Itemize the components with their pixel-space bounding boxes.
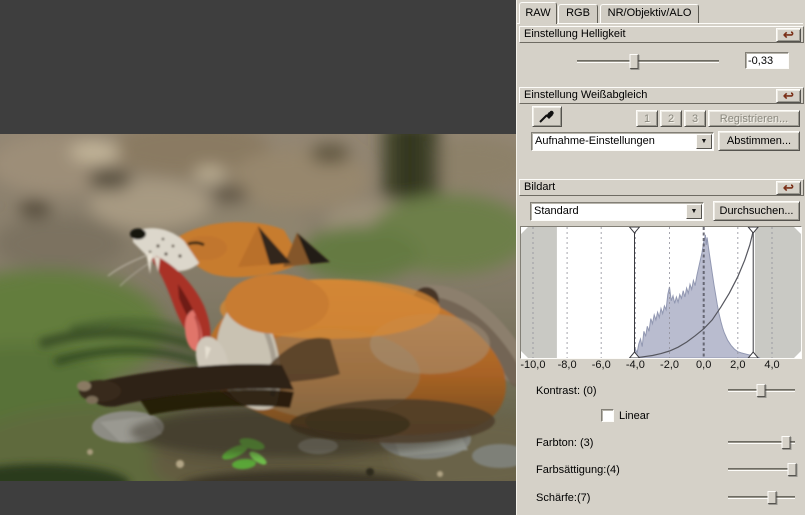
- picture-style-browse-button[interactable]: Durchsuchen...: [713, 201, 800, 221]
- histogram-tick-label: -4,0: [625, 359, 645, 371]
- white-balance-section-header: Einstellung Weißabgleich ↩: [519, 87, 804, 104]
- contrast-slider[interactable]: [728, 384, 795, 397]
- picture-style-section-header: Bildart ↩: [519, 179, 804, 196]
- sharpness-slider-thumb[interactable]: [767, 491, 777, 504]
- brightness-slider-thumb[interactable]: [629, 54, 639, 69]
- white-balance-eyedropper-button[interactable]: [532, 106, 562, 127]
- brightness-value-input[interactable]: [745, 52, 789, 69]
- histogram[interactable]: [520, 226, 802, 359]
- wb-click-point-2-button[interactable]: 2: [660, 110, 682, 127]
- picture-style-section-title: Bildart: [524, 181, 556, 193]
- color-saturation-slider-thumb[interactable]: [787, 463, 797, 476]
- chevron-down-icon: ▼: [690, 208, 698, 215]
- contrast-slider-thumb[interactable]: [756, 384, 766, 397]
- linear-checkbox-label: Linear: [619, 410, 650, 422]
- picture-style-reset-button[interactable]: ↩: [776, 181, 801, 195]
- dropdown-arrow-button[interactable]: ▼: [696, 134, 712, 149]
- brightness-slider-track: [577, 59, 719, 63]
- picture-style-dropdown[interactable]: Standard ▼: [530, 202, 704, 221]
- histogram-tick-label: 0,0: [696, 359, 712, 371]
- brightness-section-title: Einstellung Helligkeit: [524, 28, 626, 40]
- color-tone-slider[interactable]: [728, 436, 795, 449]
- sharpness-label: Schärfe:(7): [536, 492, 591, 504]
- contrast-label: Kontrast: (0): [536, 385, 597, 397]
- tab-divider: [517, 23, 803, 24]
- dropdown-arrow-button[interactable]: ▼: [686, 204, 702, 219]
- reset-icon: ↩: [783, 27, 794, 42]
- histogram-tick-label: -10,0: [520, 359, 546, 371]
- eyedropper-icon: [539, 110, 554, 123]
- histogram-svg: [521, 227, 801, 358]
- reset-icon: ↩: [783, 88, 794, 103]
- brightness-slider[interactable]: [577, 54, 719, 69]
- wb-register-button[interactable]: Registrieren...: [708, 110, 800, 127]
- linear-checkbox[interactable]: [601, 409, 614, 422]
- brightness-section-header: Einstellung Helligkeit ↩: [519, 26, 804, 43]
- tab-raw[interactable]: RAW: [519, 2, 557, 24]
- picture-style-value: Standard: [534, 205, 579, 217]
- histogram-tick-label: -2,0: [660, 359, 680, 371]
- white-balance-section-title: Einstellung Weißabgleich: [524, 89, 648, 101]
- image-preview[interactable]: [0, 134, 517, 481]
- brightness-reset-button[interactable]: ↩: [776, 28, 801, 42]
- white-balance-reset-button[interactable]: ↩: [776, 89, 801, 103]
- histogram-tick-label: -6,0: [591, 359, 611, 371]
- white-balance-preset-value: Aufnahme-Einstellungen: [535, 135, 655, 147]
- color-saturation-slider[interactable]: [728, 463, 797, 476]
- white-balance-preset-dropdown[interactable]: Aufnahme-Einstellungen ▼: [531, 132, 714, 151]
- sharpness-slider[interactable]: [728, 491, 795, 504]
- reset-icon: ↩: [783, 180, 794, 195]
- histogram-axis: -10,0 -8,0 -6,0 -4,0 -2,0 0,0 2,0 4,0: [520, 359, 802, 372]
- tool-palette: RAW RGB NR/Objektiv/ALO Einstellung Hell…: [516, 0, 805, 515]
- histogram-tick-label: -8,0: [557, 359, 577, 371]
- color-saturation-label: Farbsättigung:(4): [536, 464, 620, 476]
- color-tone-label: Farbton: (3): [536, 437, 594, 449]
- chevron-down-icon: ▼: [700, 138, 708, 145]
- color-tone-slider-thumb[interactable]: [781, 436, 791, 449]
- dpp-window: RAW RGB NR/Objektiv/ALO Einstellung Hell…: [0, 0, 805, 515]
- tab-rgb[interactable]: RGB: [558, 4, 598, 23]
- wb-click-point-1-button[interactable]: 1: [636, 110, 658, 127]
- tab-nr-objektiv-alo[interactable]: NR/Objektiv/ALO: [600, 4, 699, 23]
- wb-click-point-3-button[interactable]: 3: [684, 110, 706, 127]
- photo-fox-illustration: [0, 134, 517, 481]
- histogram-tick-label: 2,0: [730, 359, 746, 371]
- wb-tune-button[interactable]: Abstimmen...: [718, 131, 800, 151]
- histogram-tick-label: 4,0: [764, 359, 780, 371]
